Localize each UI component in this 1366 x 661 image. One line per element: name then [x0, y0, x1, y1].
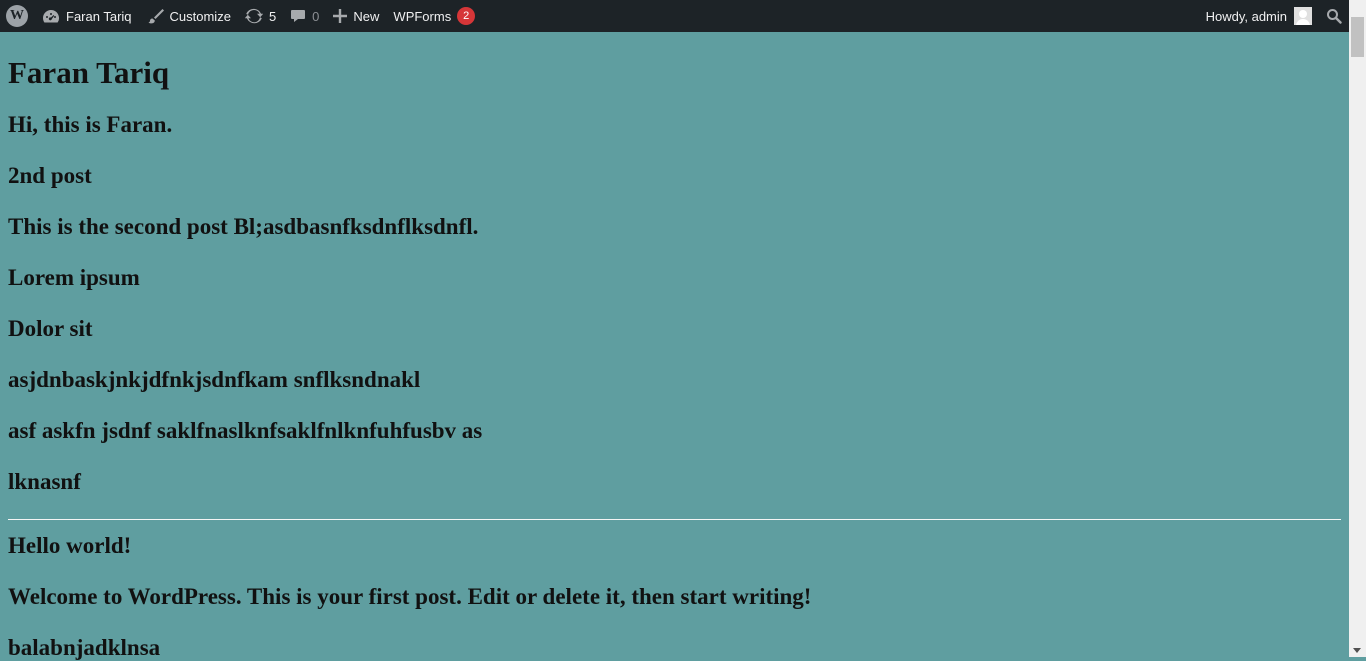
my-account-menu[interactable]: Howdy, admin	[1199, 0, 1319, 32]
wordpress-logo-icon: W	[6, 5, 28, 27]
site-title[interactable]: Faran Tariq	[8, 57, 1341, 89]
wpforms-notification-badge: 2	[457, 7, 476, 25]
site-name-menu[interactable]: Faran Tariq	[35, 0, 139, 32]
plus-icon	[333, 9, 348, 23]
comments-count: 0	[312, 8, 320, 24]
post-line: This is the second post Bl;asdbasnfksdnf…	[8, 214, 479, 239]
avatar	[1294, 7, 1312, 25]
post-line: Dolor sit	[8, 316, 93, 341]
post-line: Lorem ipsum	[8, 265, 140, 290]
post-excerpt: Hi, this is Faran.	[8, 112, 173, 137]
paintbrush-icon	[146, 8, 164, 24]
search-icon	[1326, 8, 1342, 24]
page-content: Faran Tariq Hi, this is Faran. 2nd post …	[8, 32, 1341, 661]
post-line: Welcome to WordPress. This is your first…	[8, 584, 812, 609]
vertical-scrollbar[interactable]	[1349, 0, 1366, 657]
comment-icon	[290, 8, 306, 24]
updates-link[interactable]: 5	[238, 0, 283, 32]
customize-link[interactable]: Customize	[139, 0, 238, 32]
post-divider	[8, 519, 1341, 520]
comments-link[interactable]: 0	[283, 0, 326, 32]
post-line: asf askfn jsdnf saklfnaslknfsaklfnlknfuh…	[8, 418, 483, 443]
new-content-menu[interactable]: New	[326, 0, 386, 32]
post-line: asjdnbaskjnkjdfnkjsdnfkam snflksndnakl	[8, 367, 421, 392]
updates-count: 5	[268, 8, 277, 24]
site-name-label: Faran Tariq	[66, 8, 132, 24]
customize-label: Customize	[169, 8, 231, 24]
scroll-down-arrow-icon[interactable]	[1353, 648, 1361, 653]
updates-icon	[244, 8, 263, 24]
post-title[interactable]: 2nd post	[8, 162, 1341, 189]
scrollbar-thumb[interactable]	[1351, 17, 1364, 57]
wpforms-menu[interactable]: WPForms 2	[386, 0, 482, 32]
howdy-label: Howdy, admin	[1205, 8, 1287, 24]
wp-logo-menu[interactable]: W	[0, 0, 35, 32]
dashboard-icon	[42, 8, 60, 24]
admin-bar: W Faran Tariq Customize 5 0 New WPForms …	[0, 0, 1366, 32]
new-label: New	[353, 8, 380, 24]
admin-bar-left: W Faran Tariq Customize 5 0 New WPForms …	[0, 0, 482, 32]
post-title[interactable]: Hello world!	[8, 532, 1341, 559]
post-line: lknasnf	[8, 469, 81, 494]
wpforms-label: WPForms	[393, 8, 452, 24]
admin-bar-right: Howdy, admin	[1199, 0, 1366, 32]
